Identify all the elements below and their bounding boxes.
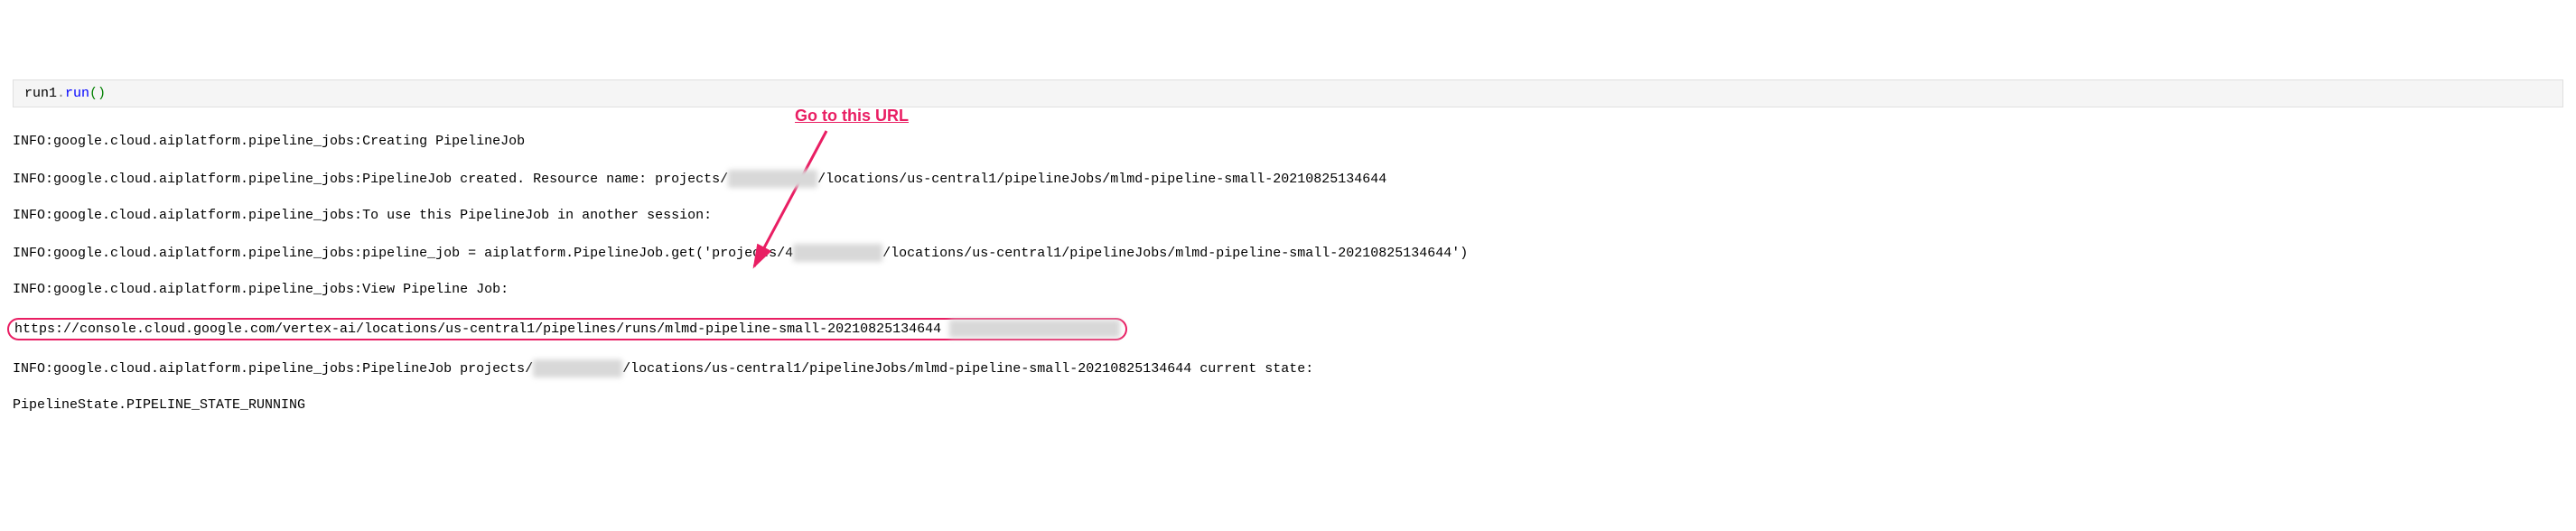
log-text: INFO:google.cloud.aiplatform.pipeline_jo… [13,172,728,187]
log-line: INFO:google.cloud.aiplatform.pipeline_jo… [13,359,2563,378]
output-area: INFO:google.cloud.aiplatform.pipeline_jo… [0,111,2576,437]
log-line: INFO:google.cloud.aiplatform.pipeline_jo… [13,170,2563,189]
redacted-url-tail: XXXXXXXXXXXXXXXXXXXXX [949,320,1120,338]
log-line: INFO:google.cloud.aiplatform.pipeline_jo… [13,281,2563,299]
redacted-project-id: XXXXXXXXXXX [793,244,882,262]
log-line-url: https://console.cloud.google.com/vertex-… [13,318,2563,340]
code-dot: . [57,86,65,101]
log-line: INFO:google.cloud.aiplatform.pipeline_jo… [13,207,2563,225]
code-input-cell[interactable]: run1.run() [13,79,2563,107]
log-text: /locations/us-central1/pipelineJobs/mlmd… [817,172,1386,187]
annotation-label: Go to this URL [795,107,909,126]
code-method: run [65,86,89,101]
log-text: /locations/us-central1/pipelineJobs/mlmd… [622,361,1313,377]
code-object: run1 [24,86,57,101]
pipeline-url-highlight[interactable]: https://console.cloud.google.com/vertex-… [7,318,1127,340]
log-text: INFO:google.cloud.aiplatform.pipeline_jo… [13,246,793,261]
log-line: INFO:google.cloud.aiplatform.pipeline_jo… [13,133,2563,151]
redacted-project-id: XXXXXXXXXXX [533,359,622,377]
log-line: PipelineState.PIPELINE_STATE_RUNNING [13,396,2563,415]
log-line: INFO:google.cloud.aiplatform.pipeline_jo… [13,244,2563,263]
pipeline-url: https://console.cloud.google.com/vertex-… [14,321,941,337]
log-text: /locations/us-central1/pipelineJobs/mlmd… [882,246,1468,261]
code-parens: () [89,86,106,101]
redacted-project-id: XXXXXXXXXXX [728,170,817,188]
log-text: INFO:google.cloud.aiplatform.pipeline_jo… [13,361,533,377]
